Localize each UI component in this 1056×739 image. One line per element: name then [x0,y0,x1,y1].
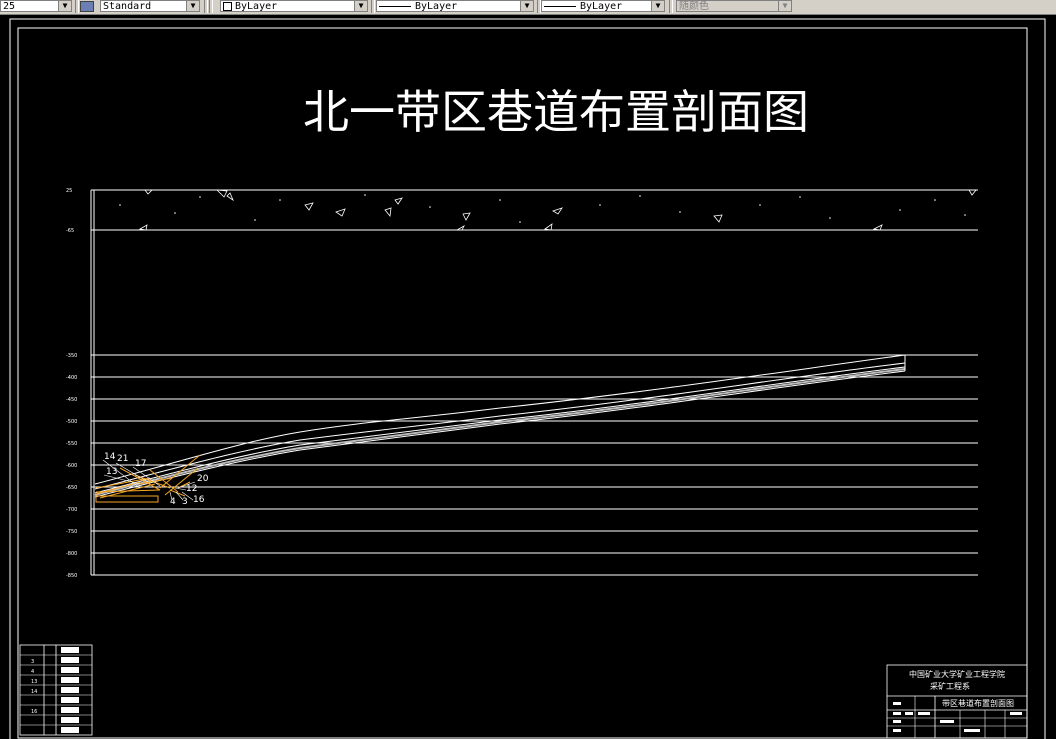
level-label: -750 [66,529,77,535]
rock-triangle [394,197,403,205]
drawing-canvas[interactable]: 北一带区巷道布置剖面图 25 -65 -350 -400 -450 -500 -550 -60… [0,14,1056,739]
toolbar-separator [204,0,208,13]
level-label: -400 [66,375,77,381]
text-style-icon[interactable] [80,1,94,12]
legend-row-label: 4 [31,669,34,675]
color-swatch-icon [223,1,232,11]
main-roadways [94,354,906,498]
node-label: 3 [182,497,188,507]
title-block-drawing-name: 带区巷道布置剖面图 [942,698,1014,708]
plot-style-combo[interactable]: 随颜色 ▼ [676,0,792,12]
level-label: -650 [66,485,77,491]
level-label: 25 [66,188,72,194]
level-label: -850 [66,573,77,579]
overburden-dots [119,194,966,223]
legend-row-description [61,697,79,703]
chevron-down-icon[interactable]: ▼ [354,1,367,11]
rock-triangle [226,192,234,202]
rock-triangle [384,207,392,217]
district-roadways [95,454,201,503]
title-block-dept: 采矿工程系 [930,681,970,691]
title-block: 中国矿业大学矿业工程学院 采矿工程系 带区巷道布置剖面图 [886,664,1028,739]
legend-row-description [61,687,79,693]
rock-triangle [304,202,314,211]
node-label: 20 [197,474,209,484]
level-labels: 25 -65 -350 -400 -450 -500 -550 -600 -650 -700 -75… [66,188,77,579]
level-label: -700 [66,507,77,513]
node-label: 17 [135,459,146,469]
toolbar-separator [209,0,213,13]
rock-triangle [713,214,723,223]
color-combo[interactable]: ByLayer ▼ [220,0,368,12]
rock-triangle [462,212,471,221]
node-label: 13 [106,467,117,477]
rock-triangle [215,189,228,198]
node-label: 4 [170,497,176,507]
overburden-symbols [138,189,977,231]
roadway-fill [94,368,906,496]
legend-row-description [61,707,79,713]
plot-style-value: 随颜色 [679,1,709,12]
legend-table: 3 4 13 14 16 [19,644,93,736]
lineweight-value: ByLayer [580,1,623,12]
level-label: -65 [66,228,74,234]
legend-row-description [61,727,79,733]
roadway-lower-line [94,370,906,498]
rock-triangle [543,223,553,231]
toolbar-separator [75,0,79,13]
linetype-preview-icon [379,5,411,7]
legend-row-description [61,667,79,673]
legend-row-description [61,677,79,683]
lineweight-preview-icon [544,5,576,7]
rock-triangle [455,224,465,231]
linetype-value: ByLayer [415,1,458,12]
level-lines [91,189,978,576]
linetype-combo[interactable]: ByLayer ▼ [376,0,534,12]
drawing-title: 北一带区巷道布置剖面图 [303,85,809,139]
level-label: -800 [66,551,77,557]
rock-triangle [138,224,148,231]
rock-triangle [552,207,563,215]
roadway-upper-line [94,362,906,490]
properties-toolbar: 25 ▼ Standard ▼ ByLayer ▼ ByLayer ▼ ByLa… [0,0,1056,15]
legend-row-description [61,647,79,653]
rock-triangle [144,189,153,195]
node-label: 21 [117,454,128,464]
text-style-combo[interactable]: Standard ▼ [100,0,200,12]
level-label: -450 [66,397,77,403]
lineweight-scale-combo[interactable]: 25 ▼ [0,0,72,12]
chevron-down-icon[interactable]: ▼ [186,1,199,11]
level-label: -350 [66,353,77,359]
chevron-down-icon[interactable]: ▼ [651,1,664,11]
legend-row-label: 16 [31,709,37,715]
lineweight-combo[interactable]: ByLayer ▼ [541,0,665,12]
level-label: -550 [66,441,77,447]
node-label: 14 [104,452,116,462]
toolbar-separator [669,0,673,13]
rock-triangle [872,224,883,231]
chevron-down-icon[interactable]: ▼ [778,1,791,11]
legend-row-label: 3 [31,659,34,665]
node-label: 12 [186,484,197,494]
color-value: ByLayer [235,1,278,12]
title-block-school: 中国矿业大学矿业工程学院 [909,669,1005,679]
chevron-down-icon[interactable]: ▼ [520,1,533,11]
node-label: 16 [193,495,205,505]
level-label: -600 [66,463,77,469]
legend-row-label: 13 [31,679,37,685]
legend-row-description [61,657,79,663]
chevron-down-icon[interactable]: ▼ [58,1,71,11]
lineweight-scale-value: 25 [3,1,16,12]
rock-triangle [335,208,346,217]
toolbar-separator [371,0,375,13]
legend-row-label: 14 [31,689,37,695]
level-label: -500 [66,419,77,425]
rock-triangle [968,189,977,196]
text-style-value: Standard [103,1,152,12]
legend-row-description [61,717,79,723]
